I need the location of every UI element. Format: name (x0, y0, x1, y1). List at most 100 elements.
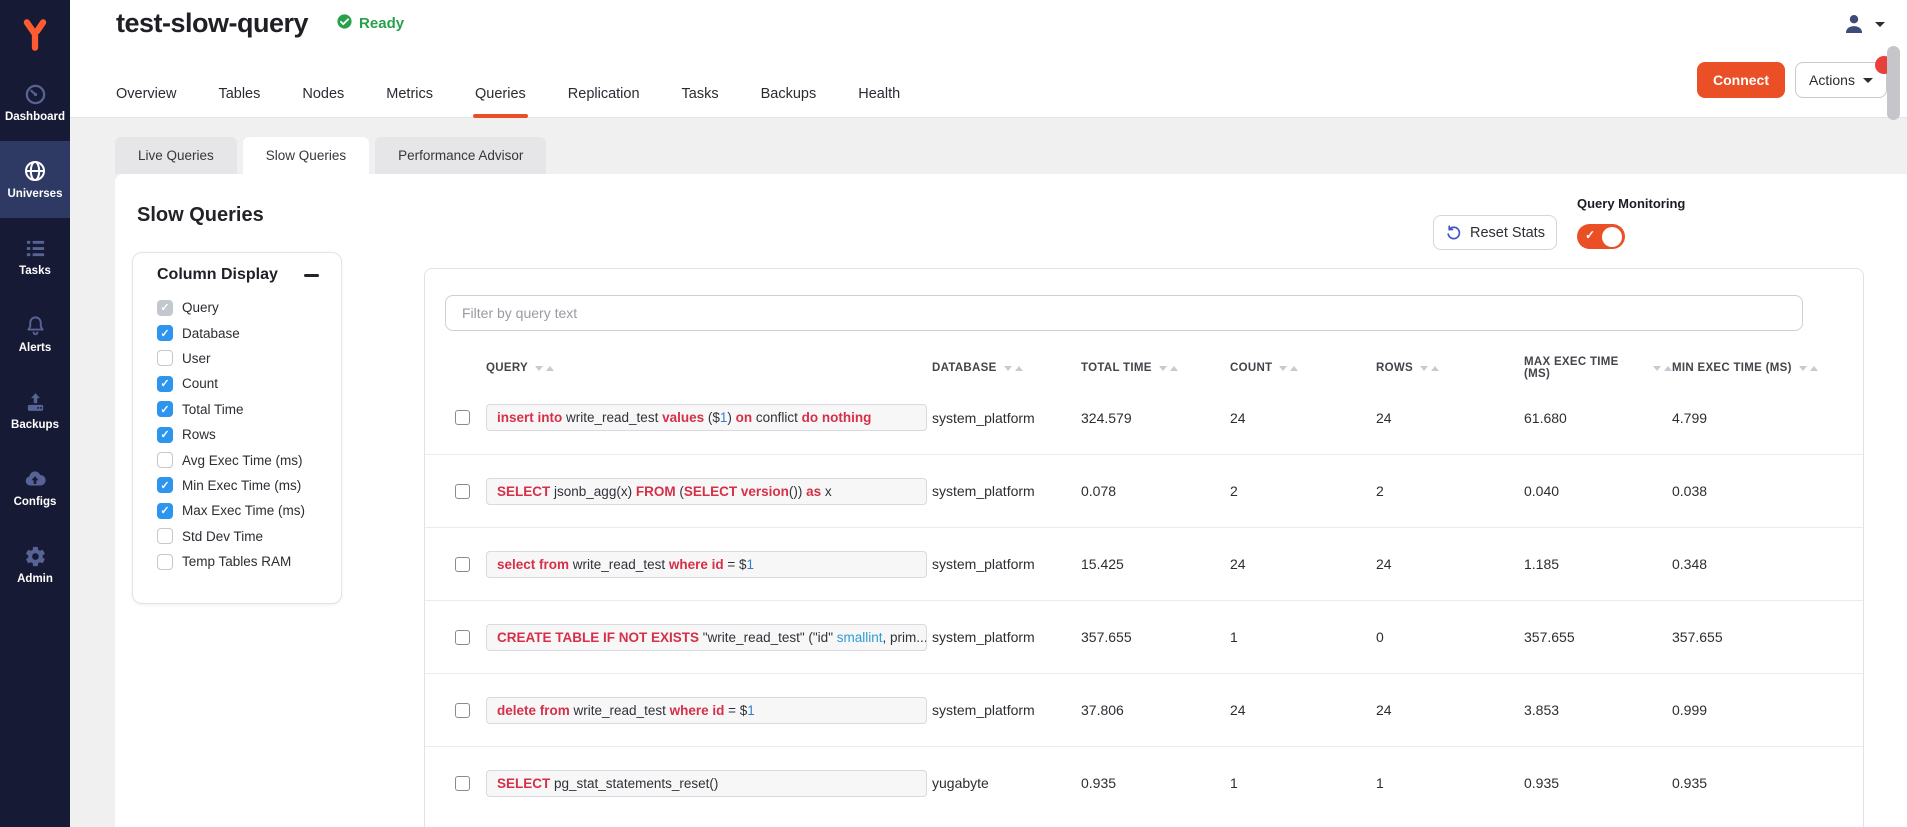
row-checkbox[interactable] (455, 776, 470, 791)
subtab-performance-advisor[interactable]: Performance Advisor (375, 137, 546, 174)
database-cell: yugabyte (932, 775, 1081, 791)
subtab-live-queries[interactable]: Live Queries (115, 137, 237, 174)
query-text-cell[interactable]: delete from write_read_test where id = $… (486, 697, 927, 724)
checkbox[interactable]: ✓ (157, 503, 173, 519)
sidebar-item-configs[interactable]: Configs (0, 449, 70, 526)
column-option-label: Query (182, 300, 219, 315)
column-option-count[interactable]: ✓Count (133, 371, 341, 396)
column-option-rows[interactable]: ✓Rows (133, 422, 341, 447)
yugabyte-logo-icon[interactable] (0, 0, 70, 64)
query-text-cell[interactable]: insert into write_read_test values ($1) … (486, 404, 927, 431)
checkbox[interactable] (157, 452, 173, 468)
count-cell: 2 (1230, 483, 1376, 499)
sql-token: conflict (756, 410, 802, 425)
total-time-cell: 37.806 (1081, 702, 1230, 718)
query-text-cell[interactable]: CREATE TABLE IF NOT EXISTS "write_read_t… (486, 624, 927, 651)
checkbox[interactable]: ✓ (157, 401, 173, 417)
row-checkbox[interactable] (455, 484, 470, 499)
column-option-std-dev-time[interactable]: Std Dev Time (133, 524, 341, 549)
tab-tables[interactable]: Tables (218, 70, 260, 118)
minus-icon[interactable] (304, 274, 319, 277)
reset-stats-button[interactable]: Reset Stats (1433, 215, 1557, 250)
column-option-min-exec-time-ms[interactable]: ✓Min Exec Time (ms) (133, 473, 341, 498)
checkbox[interactable] (157, 554, 173, 570)
query-monitoring-toggle[interactable]: ✓ (1577, 224, 1625, 249)
column-header-total-time[interactable]: TOTAL TIME (1081, 362, 1230, 374)
sidebar-item-admin[interactable]: Admin (0, 526, 70, 603)
globe-icon (23, 159, 47, 183)
column-option-user[interactable]: User (133, 346, 341, 371)
sql-token: values (662, 410, 708, 425)
sidebar-item-dashboard[interactable]: Dashboard (0, 64, 70, 141)
min-exec-time-cell: 357.655 (1672, 629, 1863, 645)
tab-tasks[interactable]: Tasks (682, 70, 719, 118)
column-header-count[interactable]: COUNT (1230, 362, 1376, 374)
table-row[interactable]: select from write_read_test where id = $… (425, 527, 1863, 600)
table-row[interactable]: delete from write_read_test where id = $… (425, 673, 1863, 746)
column-header-rows[interactable]: ROWS (1376, 362, 1524, 374)
tab-overview[interactable]: Overview (116, 70, 176, 118)
query-text-cell[interactable]: SELECT pg_stat_statements_reset() (486, 770, 927, 797)
sidebar-nav: DashboardUniverses Tasks AlertsBackupsConf… (0, 64, 70, 603)
column-header-label: QUERY (486, 362, 528, 374)
row-checkbox[interactable] (455, 557, 470, 572)
column-option-total-time[interactable]: ✓Total Time (133, 397, 341, 422)
tab-health[interactable]: Health (858, 70, 900, 118)
tab-nodes[interactable]: Nodes (302, 70, 344, 118)
checkbox[interactable]: ✓ (157, 477, 173, 493)
query-text-cell[interactable]: select from write_read_test where id = $… (486, 551, 927, 578)
table-row[interactable]: insert into write_read_test values ($1) … (425, 381, 1863, 454)
slow-queries-table-card: QUERY DATABASETOTAL TIMECOUNTROWSMAX EXEC… (424, 268, 1864, 827)
user-menu[interactable] (1842, 12, 1885, 36)
subtab-slow-queries[interactable]: Slow Queries (243, 137, 369, 174)
row-checkbox[interactable] (455, 630, 470, 645)
sort-arrows-icon (1420, 366, 1439, 371)
actions-button[interactable]: Actions (1795, 62, 1887, 98)
query-filter-input[interactable] (445, 295, 1803, 331)
sidebar-item-label: Tasks (19, 265, 51, 277)
checkbox[interactable]: ✓ (157, 427, 173, 443)
sql-token: select from (497, 557, 573, 572)
column-option-temp-tables-ram[interactable]: Temp Tables RAM (133, 549, 341, 574)
tab-metrics[interactable]: Metrics (386, 70, 433, 118)
sql-token: 1 (747, 557, 755, 572)
column-header-database[interactable]: DATABASE (932, 362, 1081, 374)
table-row[interactable]: SELECT jsonb_agg(x) FROM (SELECT version… (425, 454, 1863, 527)
tab-queries[interactable]: Queries (475, 70, 526, 118)
check-circle-icon (336, 13, 353, 35)
column-header-min-exec-time-ms[interactable]: MIN EXEC TIME (MS) (1672, 362, 1863, 374)
column-option-database[interactable]: ✓Database (133, 320, 341, 345)
connect-button[interactable]: Connect (1697, 62, 1785, 98)
max-exec-time-cell: 3.853 (1524, 702, 1672, 718)
bell-icon (23, 313, 47, 337)
column-option-avg-exec-time-ms[interactable]: Avg Exec Time (ms) (133, 447, 341, 472)
table-row[interactable]: CREATE TABLE IF NOT EXISTS "write_read_t… (425, 600, 1863, 673)
sidebar-item-alerts[interactable]: Alerts (0, 295, 70, 372)
checkbox[interactable]: ✓ (157, 376, 173, 392)
sidebar-item-tasks[interactable]: Tasks (0, 218, 70, 295)
status-badge: Ready (336, 13, 404, 35)
check-icon: ✓ (1585, 228, 1595, 242)
checkbox[interactable]: ✓ (157, 325, 173, 341)
tab-backups[interactable]: Backups (761, 70, 817, 118)
sql-token: SELECT (497, 776, 554, 791)
sidebar-item-backups[interactable]: Backups (0, 372, 70, 449)
sidebar-item-universes[interactable]: Universes (0, 141, 70, 218)
checkbox[interactable] (157, 350, 173, 366)
rows-cell: 1 (1376, 775, 1524, 791)
sql-token: where id (669, 557, 728, 572)
person-icon (1842, 12, 1866, 36)
tab-replication[interactable]: Replication (568, 70, 640, 118)
query-text-cell[interactable]: SELECT jsonb_agg(x) FROM (SELECT version… (486, 478, 927, 505)
table-row[interactable]: SELECT pg_stat_statements_reset() yugabyt… (425, 746, 1863, 819)
row-checkbox[interactable] (455, 703, 470, 718)
column-display-card: Column Display ✓Query✓DatabaseUser✓Count… (132, 252, 342, 604)
column-option-max-exec-time-ms[interactable]: ✓Max Exec Time (ms) (133, 498, 341, 523)
row-checkbox[interactable] (455, 410, 470, 425)
column-option-query[interactable]: ✓Query (133, 295, 341, 320)
column-header-max-exec-time-ms[interactable]: MAX EXEC TIME (MS) (1524, 356, 1672, 380)
page-scrollbar[interactable] (1887, 46, 1900, 120)
checkbox[interactable] (157, 528, 173, 544)
query-subtabs: Live QueriesSlow QueriesPerformance Advi… (115, 137, 546, 174)
column-header-query[interactable]: QUERY (486, 362, 932, 374)
